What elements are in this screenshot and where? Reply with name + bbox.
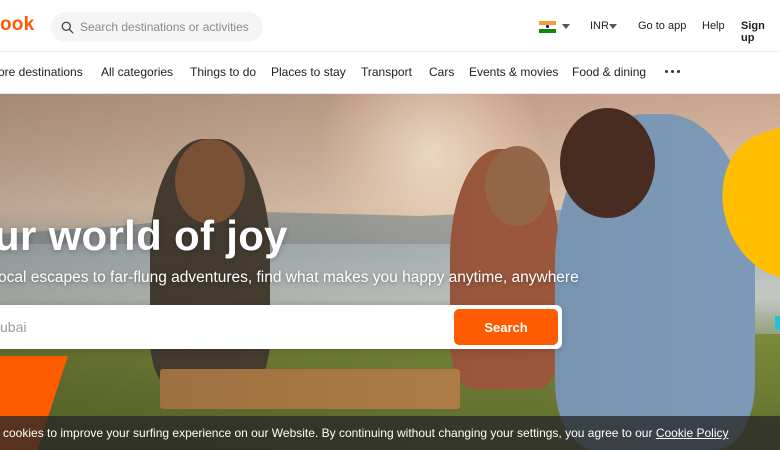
- search-button[interactable]: Search: [454, 309, 558, 345]
- cookie-message: cookies to improve your surfing experien…: [3, 426, 729, 440]
- nav-item-all-categories[interactable]: All categories: [101, 65, 173, 79]
- nav-item-things-to-do[interactable]: Things to do: [190, 65, 256, 79]
- cookie-policy-link[interactable]: Cookie Policy: [656, 426, 729, 440]
- hero-banner: ur world of joy ocal escapes to far-flun…: [0, 94, 780, 450]
- nav-item-explore-destinations[interactable]: ore destinations: [0, 65, 83, 79]
- header-search[interactable]: [51, 12, 263, 42]
- india-flag-icon[interactable]: [539, 21, 556, 33]
- header-search-input[interactable]: [80, 20, 263, 34]
- help-link[interactable]: Help: [702, 20, 725, 32]
- hero-search-input[interactable]: [0, 305, 440, 349]
- go-to-app-link[interactable]: Go to app: [638, 20, 686, 32]
- hero-search-box: Search: [0, 305, 562, 349]
- hero-subtitle: ocal escapes to far-flung adventures, fi…: [0, 269, 579, 286]
- nav-item-food-dining[interactable]: Food & dining: [572, 65, 646, 79]
- chevron-down-icon[interactable]: [609, 24, 617, 29]
- cookie-text: cookies to improve your surfing experien…: [3, 426, 656, 440]
- category-nav: ore destinations All categories Things t…: [0, 52, 780, 94]
- cookie-banner: cookies to improve your surfing experien…: [0, 416, 780, 450]
- logo[interactable]: ook: [0, 14, 34, 36]
- currency-selector[interactable]: INR: [590, 20, 609, 32]
- decorative-teal-shape: [775, 316, 780, 330]
- hero-title: ur world of joy: [0, 212, 288, 259]
- nav-item-transport[interactable]: Transport: [361, 65, 412, 79]
- nav-item-cars[interactable]: Cars: [429, 65, 454, 79]
- chevron-down-icon[interactable]: [562, 24, 570, 29]
- nav-item-places-to-stay[interactable]: Places to stay: [271, 65, 346, 79]
- top-header: ook INR Go to app Help Sign up: [0, 0, 780, 52]
- sign-up-link[interactable]: Sign up: [741, 20, 780, 44]
- more-dots-icon[interactable]: [665, 70, 680, 73]
- nav-item-events-movies[interactable]: Events & movies: [469, 65, 558, 79]
- page: ook INR Go to app Help Sign up ore desti…: [0, 0, 780, 450]
- search-icon: [61, 21, 74, 33]
